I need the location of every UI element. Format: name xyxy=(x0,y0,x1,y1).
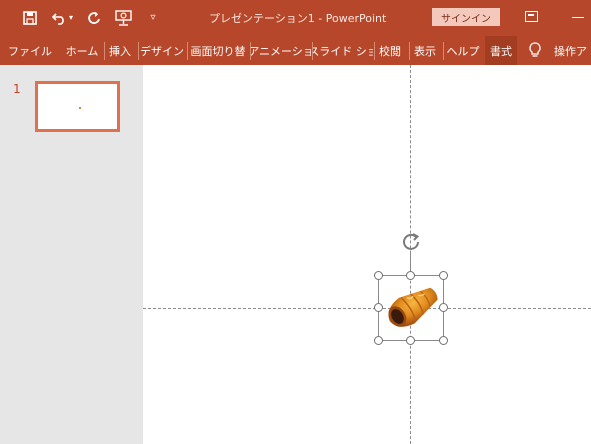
slide-canvas[interactable] xyxy=(143,65,591,444)
resize-handle-top-right[interactable] xyxy=(439,271,448,280)
thumbnail-image-preview xyxy=(79,107,81,109)
undo-dropdown-icon[interactable]: ▾ xyxy=(66,8,76,28)
tab-design[interactable]: デザイン xyxy=(139,36,185,65)
minimize-icon[interactable] xyxy=(572,17,584,19)
redo-icon[interactable] xyxy=(84,8,104,28)
slide-number: 1 xyxy=(13,82,21,96)
window-title: プレゼンテーション1 - PowerPoint xyxy=(209,12,387,25)
resize-handle-top-left[interactable] xyxy=(374,271,383,280)
customize-qat-icon[interactable]: ▿ xyxy=(143,8,163,28)
tab-slideshow[interactable]: スライド ショ xyxy=(313,36,373,65)
resize-handle-top[interactable] xyxy=(406,271,415,280)
selection-frame xyxy=(378,275,444,341)
tab-review[interactable]: 校閲 xyxy=(375,36,405,65)
from-beginning-icon[interactable] xyxy=(114,8,134,28)
tell-me-box[interactable]: 操作ア xyxy=(554,36,587,65)
resize-handle-left[interactable] xyxy=(374,303,383,312)
tab-insert[interactable]: 挿入 xyxy=(105,36,135,65)
tab-transitions[interactable]: 画面切り替 xyxy=(188,36,248,65)
tab-help[interactable]: ヘルプ xyxy=(444,36,482,65)
title-bar: ▾ ▿ プレゼンテーション1 - PowerPoint サインイン xyxy=(0,0,591,36)
resize-handle-bottom[interactable] xyxy=(406,336,415,345)
ribbon-tab-bar: ファイル ホーム 挿入 デザイン 画面切り替 アニメーショ スライド ショ 校閲… xyxy=(0,36,591,65)
tab-animations[interactable]: アニメーショ xyxy=(251,36,311,65)
rotate-handle-icon[interactable] xyxy=(401,231,421,251)
rotation-stem xyxy=(410,251,411,271)
slide-thumbnail[interactable] xyxy=(35,81,120,132)
tab-format[interactable]: 書式 xyxy=(485,36,517,65)
ribbon-display-options-icon[interactable] xyxy=(525,11,538,22)
signin-button[interactable]: サインイン xyxy=(432,8,500,26)
lightbulb-icon[interactable] xyxy=(528,42,542,58)
save-icon[interactable] xyxy=(20,8,40,28)
tab-file[interactable]: ファイル xyxy=(5,36,55,65)
resize-handle-bottom-right[interactable] xyxy=(439,336,448,345)
resize-handle-right[interactable] xyxy=(439,303,448,312)
tab-home[interactable]: ホーム xyxy=(63,36,101,65)
horizontal-smart-guide xyxy=(143,308,591,309)
resize-handle-bottom-left[interactable] xyxy=(374,336,383,345)
tab-view[interactable]: 表示 xyxy=(410,36,440,65)
